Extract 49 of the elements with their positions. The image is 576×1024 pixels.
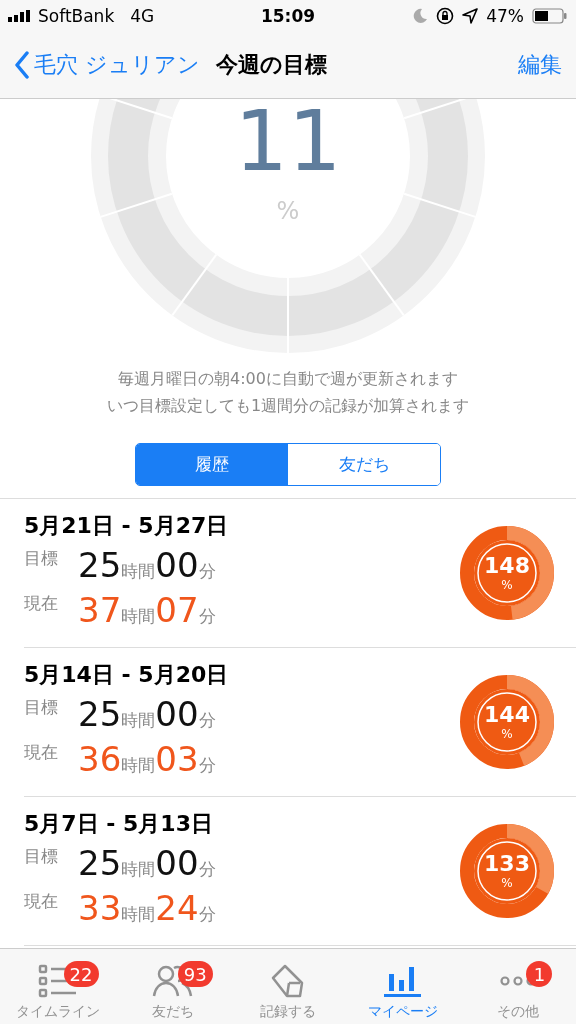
current-time: 37時間07分 (78, 590, 216, 630)
tab-item[interactable]: 1 その他 (460, 949, 576, 1024)
tab-item[interactable]: 記録する (230, 949, 346, 1024)
week-range: 5月14日 - 5月20日 (24, 661, 230, 689)
tab-item[interactable]: マイページ (345, 949, 461, 1024)
goal-time: 25時間00分 (78, 843, 216, 883)
battery-icon (532, 8, 568, 24)
location-icon (462, 8, 479, 24)
current-time: 33時間24分 (78, 888, 216, 928)
progress-unit: % (275, 197, 301, 225)
moon-icon (412, 8, 429, 24)
battery-percent: 47% (486, 6, 524, 26)
network-type: 4G (130, 6, 155, 26)
current-time: 36時間03分 (78, 739, 216, 779)
count-badge: 1 (526, 961, 553, 987)
goal-time: 25時間00分 (78, 545, 216, 585)
current-label: 現在 (24, 592, 59, 615)
carrier-name: SoftBank (38, 6, 115, 26)
goal-time: 25時間00分 (78, 694, 216, 734)
progress-value: 11 (233, 99, 343, 183)
goal-label: 目標 (24, 696, 59, 719)
current-label: 現在 (24, 741, 59, 764)
percent-value: 144 (484, 704, 530, 726)
info-text: 毎週月曜日の朝4:00に自動で週が更新されます (118, 369, 458, 390)
percent-unit: % (501, 728, 513, 740)
current-label: 現在 (24, 890, 59, 913)
count-badge: 22 (63, 961, 99, 987)
bar-chart-icon (383, 964, 424, 998)
percent-value: 133 (484, 853, 530, 875)
screen-title: 今週の目標 (216, 51, 327, 79)
signal-icon (8, 10, 32, 22)
back-button[interactable]: 毛穴 ジュリアン (14, 50, 200, 80)
goal-label: 目標 (24, 845, 59, 868)
percent-unit: % (501, 877, 513, 889)
percent-value: 148 (484, 555, 530, 577)
tab-item[interactable]: 93 友だち (115, 949, 231, 1024)
count-badge: 93 (177, 961, 213, 987)
rotation-lock-icon (436, 7, 455, 25)
eraser-icon (270, 964, 306, 998)
week-range: 5月7日 - 5月13日 (24, 810, 214, 838)
info-text: いつ目標設定しても1週間分の記録が加算されます (106, 396, 470, 417)
edit-button[interactable]: 編集 (518, 50, 562, 80)
tab-item[interactable]: 22 タイムライン (0, 949, 116, 1024)
percent-unit: % (501, 579, 513, 591)
back-chevron-icon (14, 51, 30, 79)
goal-label: 目標 (24, 547, 59, 570)
week-range: 5月21日 - 5月27日 (24, 512, 230, 540)
status-time: 15:09 (260, 6, 316, 26)
segment-tab[interactable]: 履歴 (136, 444, 288, 485)
